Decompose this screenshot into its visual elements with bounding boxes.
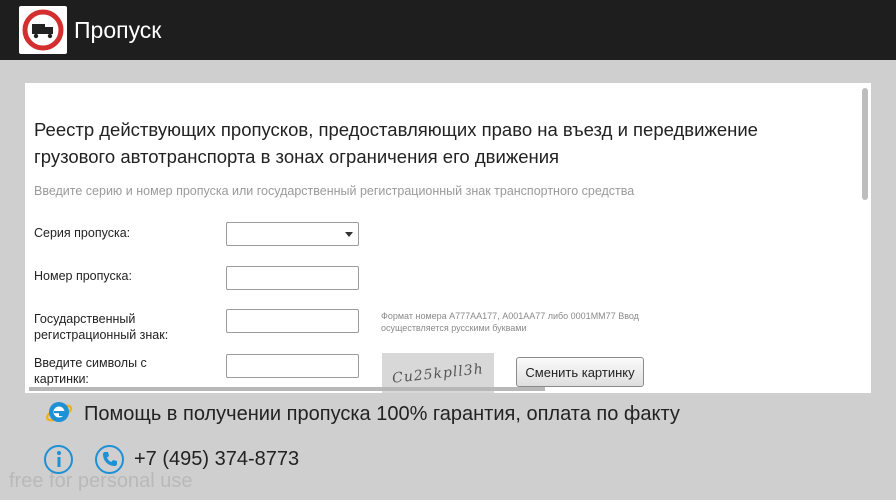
no-trucks-sign-icon [19, 6, 67, 54]
captcha-text: Cu25kpll3h [391, 361, 485, 387]
captcha-input[interactable] [226, 354, 359, 378]
form-heading: Реестр действующих пропусков, предоставл… [34, 119, 758, 167]
loading-progress-bar [29, 387, 545, 391]
number-input[interactable] [226, 266, 359, 290]
page-scrollbar[interactable] [862, 88, 868, 200]
series-label: Серия пропуска: [34, 226, 131, 240]
plate-label: Государственный регистрационный знак: [34, 312, 169, 342]
app-bar: Пропуск [0, 0, 896, 60]
dropdown-arrow-icon [345, 232, 353, 237]
promo-text: Помощь в получении пропуска 100% гаранти… [84, 402, 680, 425]
plate-input[interactable] [226, 309, 359, 333]
internet-explorer-icon [44, 397, 74, 432]
promo-row[interactable]: Помощь в получении пропуска 100% гаранти… [44, 399, 680, 429]
plate-format-hint: Формат номера А777АА177, А001АА77 либо 0… [381, 311, 639, 333]
change-image-button[interactable]: Сменить картинку [516, 357, 644, 387]
number-label: Номер пропуска: [34, 269, 132, 283]
phone-number[interactable]: +7 (495) 374-8773 [134, 448, 299, 471]
registry-form-card: Реестр действующих пропусков, предоставл… [25, 83, 871, 393]
series-select[interactable] [226, 222, 359, 246]
captcha-label: Введите символы с картинки: [34, 356, 147, 386]
form-hint: Введите серию и номер пропуска или госуд… [34, 184, 635, 198]
watermark: free for personal use [9, 470, 193, 492]
app-title: Пропуск [74, 16, 162, 43]
